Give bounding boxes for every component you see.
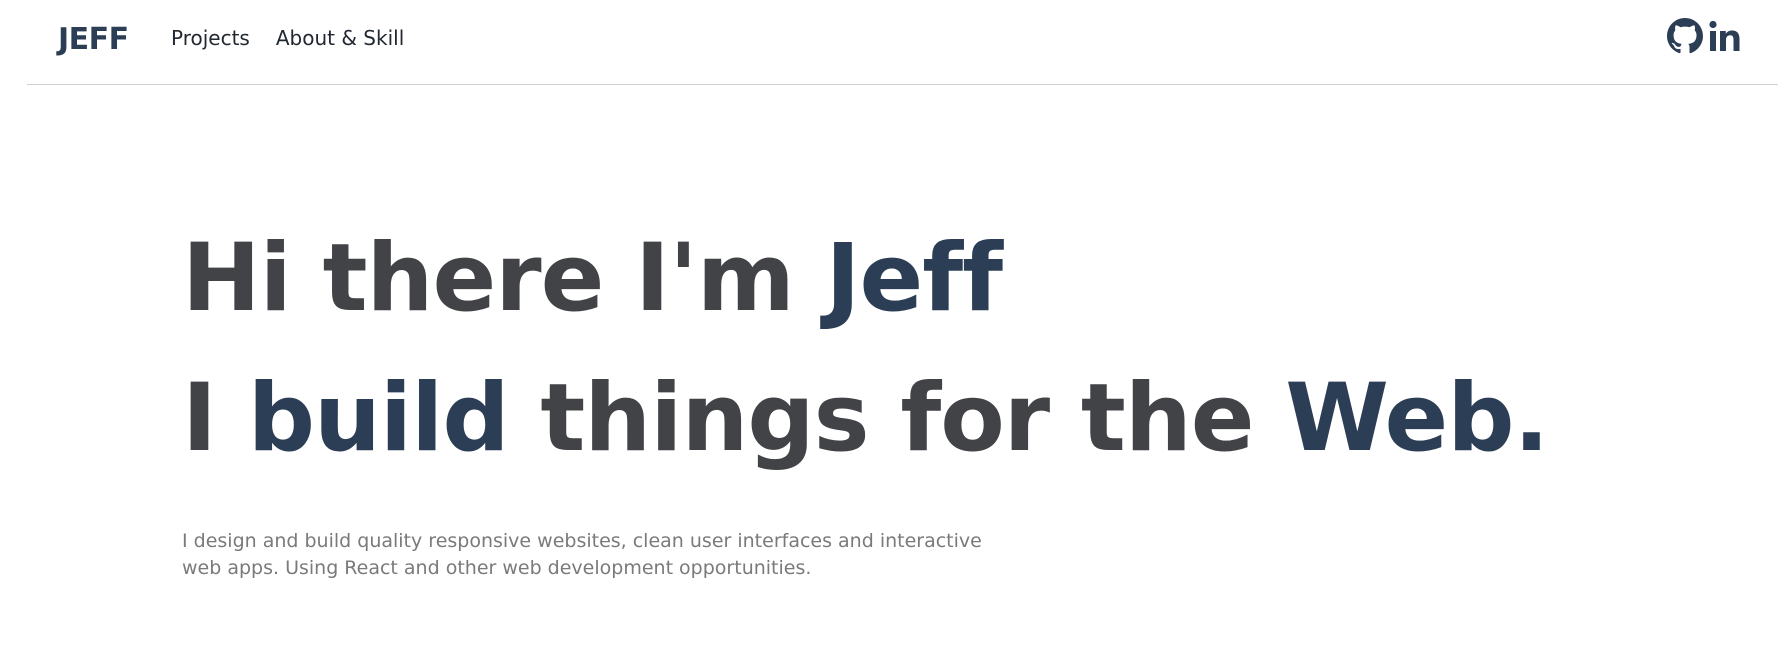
nav-links: Projects About & Skill <box>171 26 404 50</box>
nav-link-about-skill[interactable]: About & Skill <box>276 26 404 50</box>
hero-name: Jeff <box>825 224 1004 333</box>
hero-line2-first: I <box>182 364 248 473</box>
page: JEFF Projects About & Skill Hi there I'm… <box>0 0 1789 665</box>
hero-greeting: Hi there I'm <box>182 224 826 333</box>
hero-heading-line-2: I build things for the Web. <box>182 372 1549 492</box>
nav-divider <box>27 84 1778 85</box>
hero-line2-build: build <box>247 364 510 473</box>
hero-description: I design and build quality responsive we… <box>182 530 982 579</box>
navbar: JEFF Projects About & Skill <box>0 0 1789 84</box>
nav-link-projects[interactable]: Projects <box>171 26 250 50</box>
hero-heading-line-1: Hi there I'm Jeff <box>182 232 1548 372</box>
linkedin-icon[interactable] <box>1707 18 1745 54</box>
github-icon[interactable] <box>1667 18 1703 54</box>
logo[interactable]: JEFF <box>58 22 129 57</box>
hero-line2-middle: things for the <box>508 364 1286 473</box>
hero-section: Hi there I'm Jeff I build things for the… <box>182 232 1549 492</box>
social-links <box>1667 18 1745 54</box>
hero-line2-web: Web. <box>1285 364 1549 473</box>
